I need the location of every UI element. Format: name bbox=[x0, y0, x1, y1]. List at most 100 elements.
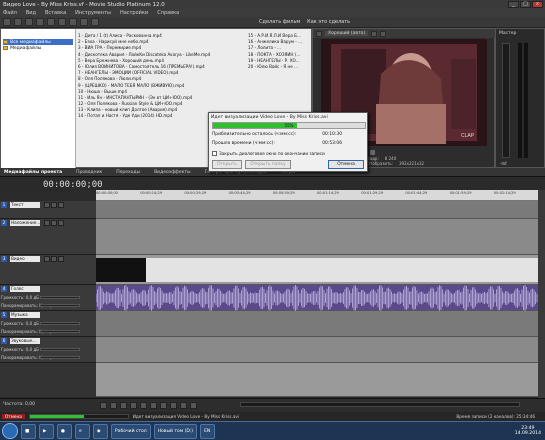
timeline-vertical-scrollbar[interactable] bbox=[538, 190, 545, 400]
solo-icon[interactable] bbox=[51, 202, 57, 208]
menu-tools[interactable]: Инструменты bbox=[75, 10, 111, 16]
prev-frame-icon[interactable] bbox=[180, 402, 187, 409]
folder-icon bbox=[3, 46, 8, 50]
pan-slider[interactable] bbox=[40, 356, 80, 359]
solo-icon[interactable] bbox=[51, 220, 57, 226]
record-icon[interactable] bbox=[100, 402, 107, 409]
close-on-finish-checkbox[interactable] bbox=[212, 151, 217, 156]
taskbar-desktop[interactable]: Рабочий стол bbox=[111, 423, 151, 439]
preview-quality-select[interactable]: Хороший (авто) bbox=[325, 31, 369, 36]
make-movie-button[interactable]: Сделать фильм bbox=[259, 19, 300, 25]
menu-insert[interactable]: Вставка bbox=[45, 10, 66, 16]
render-progress-bar: 55% bbox=[212, 122, 366, 129]
dialog-cancel-button[interactable]: Отмена bbox=[328, 160, 364, 169]
browser-icon: ● bbox=[61, 428, 65, 434]
play-icon[interactable] bbox=[130, 402, 137, 409]
pause-icon[interactable] bbox=[140, 402, 147, 409]
save-icon[interactable] bbox=[25, 18, 33, 26]
open-folder-button[interactable]: Открыть папку bbox=[245, 160, 291, 169]
snapshot-icon[interactable] bbox=[380, 30, 387, 37]
cancel-render-button[interactable]: Отмена bbox=[2, 414, 25, 419]
mute-icon[interactable] bbox=[44, 220, 50, 226]
taskbar-app-movie-studio[interactable]: ◆ bbox=[93, 423, 108, 439]
lane-voice[interactable] bbox=[95, 285, 538, 311]
elapsed-label: Прошло времени (ч:мм:сс): bbox=[212, 141, 275, 146]
track-header-voice[interactable]: 4 Голос Громкость: 0,0 дБ Панорамировать… bbox=[0, 285, 96, 311]
tab-project-media[interactable]: Медиафайлы проекта bbox=[4, 170, 62, 175]
tab-transitions[interactable]: Переходы bbox=[116, 170, 140, 175]
taskbar-app-ie[interactable]: e bbox=[75, 423, 90, 439]
mute-icon[interactable] bbox=[44, 202, 50, 208]
lane-music[interactable] bbox=[96, 311, 538, 337]
master-fader[interactable] bbox=[502, 43, 510, 158]
taskbar-app-explorer[interactable]: ■ bbox=[21, 423, 36, 439]
go-end-icon[interactable] bbox=[170, 402, 177, 409]
new-icon[interactable] bbox=[3, 18, 11, 26]
cut-icon[interactable] bbox=[47, 18, 55, 26]
tree-item-media[interactable]: Медиафайлы bbox=[3, 45, 73, 51]
taskbar-drive-d[interactable]: Новый том (D:) bbox=[153, 423, 198, 439]
menu-help[interactable]: Справка bbox=[157, 10, 179, 16]
track-header-music[interactable]: 5 Музыка Громкость: 0,0 дБ Панорамироват… bbox=[0, 311, 96, 337]
lane-video[interactable] bbox=[96, 255, 538, 285]
redo-icon[interactable] bbox=[91, 18, 99, 26]
stop-icon[interactable] bbox=[150, 402, 157, 409]
windows-taskbar: ■ ▶ ● e ◆ Рабочий стол Новый том (D:) EN… bbox=[0, 421, 545, 440]
split-screen-icon[interactable] bbox=[371, 30, 378, 37]
track-header-sound-fx[interactable]: 6 Звуковые... Громкость: 0,0 дБ Панорами… bbox=[0, 337, 96, 363]
track-header-text[interactable]: 1 Текст bbox=[0, 201, 96, 219]
lane-sound-fx[interactable] bbox=[96, 337, 538, 363]
how-to-button[interactable]: Как это сделать bbox=[307, 19, 350, 25]
taskbar-app-browser[interactable]: ● bbox=[57, 423, 72, 439]
render-progress-text: 55% bbox=[284, 123, 294, 128]
loop-playback-icon[interactable] bbox=[110, 402, 117, 409]
fx-icon[interactable] bbox=[58, 202, 64, 208]
track-header-video[interactable]: 3 Видео bbox=[0, 255, 96, 285]
volume-slider[interactable] bbox=[40, 296, 80, 299]
undo-icon[interactable] bbox=[80, 18, 88, 26]
horizontal-scrollbar[interactable] bbox=[240, 402, 520, 407]
pan-slider[interactable] bbox=[40, 304, 80, 307]
timeline-ruler[interactable]: 00:00:00;00 00:00:14;29 00:00:29;29 00:00:4… bbox=[96, 190, 538, 201]
menu-options[interactable]: Настройки bbox=[120, 10, 148, 16]
mute-icon[interactable] bbox=[44, 256, 50, 262]
timeline-area[interactable] bbox=[95, 201, 538, 397]
go-start-icon[interactable] bbox=[160, 402, 167, 409]
lane-empty[interactable] bbox=[96, 363, 538, 397]
taskbar-language[interactable]: EN bbox=[200, 423, 216, 439]
volume-slider[interactable] bbox=[40, 322, 80, 325]
record-time: Время записи (2 каналов): 25:34:46 bbox=[456, 414, 535, 419]
taskbar-app-media[interactable]: ▶ bbox=[39, 423, 54, 439]
ruler-tick-label: 00:01:59;29 bbox=[449, 191, 472, 195]
render-icon[interactable] bbox=[36, 18, 44, 26]
start-button[interactable] bbox=[2, 423, 18, 439]
track-header-overlay[interactable]: 2 Наложение... bbox=[0, 219, 96, 255]
end-icon[interactable] bbox=[370, 149, 375, 155]
open-button[interactable]: Открыть bbox=[212, 160, 242, 169]
paste-icon[interactable] bbox=[69, 18, 77, 26]
lane-overlay[interactable] bbox=[96, 219, 538, 255]
preview-settings-icon[interactable] bbox=[316, 30, 322, 37]
maximize-button[interactable]: □ bbox=[520, 1, 531, 8]
open-icon[interactable] bbox=[14, 18, 22, 26]
tab-explorer[interactable]: Проводник bbox=[76, 170, 102, 175]
video-clip[interactable] bbox=[146, 258, 538, 282]
close-button[interactable]: x bbox=[532, 1, 543, 8]
menu-file[interactable]: Файл bbox=[3, 10, 17, 16]
solo-icon[interactable] bbox=[51, 256, 57, 262]
video-clip-thumb[interactable] bbox=[96, 258, 146, 282]
pan-slider[interactable] bbox=[40, 330, 80, 333]
ruler-tick-label: 00:02:14;29 bbox=[493, 191, 516, 195]
play-from-start-icon[interactable] bbox=[120, 402, 127, 409]
tab-video-fx[interactable]: Видеоэффекты bbox=[154, 170, 190, 175]
fx-icon[interactable] bbox=[58, 256, 64, 262]
copy-icon[interactable] bbox=[58, 18, 66, 26]
system-clock[interactable]: 23:49 14.09.2014 bbox=[515, 426, 545, 437]
media-file-item[interactable]: 20 - Юлю Войс - Я не ... bbox=[248, 64, 310, 70]
menu-view[interactable]: Вид bbox=[26, 10, 36, 16]
volume-slider[interactable] bbox=[40, 348, 80, 351]
lane-text[interactable] bbox=[96, 201, 538, 219]
fx-icon[interactable] bbox=[58, 220, 64, 226]
minimize-button[interactable]: _ bbox=[508, 1, 519, 8]
next-frame-icon[interactable] bbox=[190, 402, 197, 409]
